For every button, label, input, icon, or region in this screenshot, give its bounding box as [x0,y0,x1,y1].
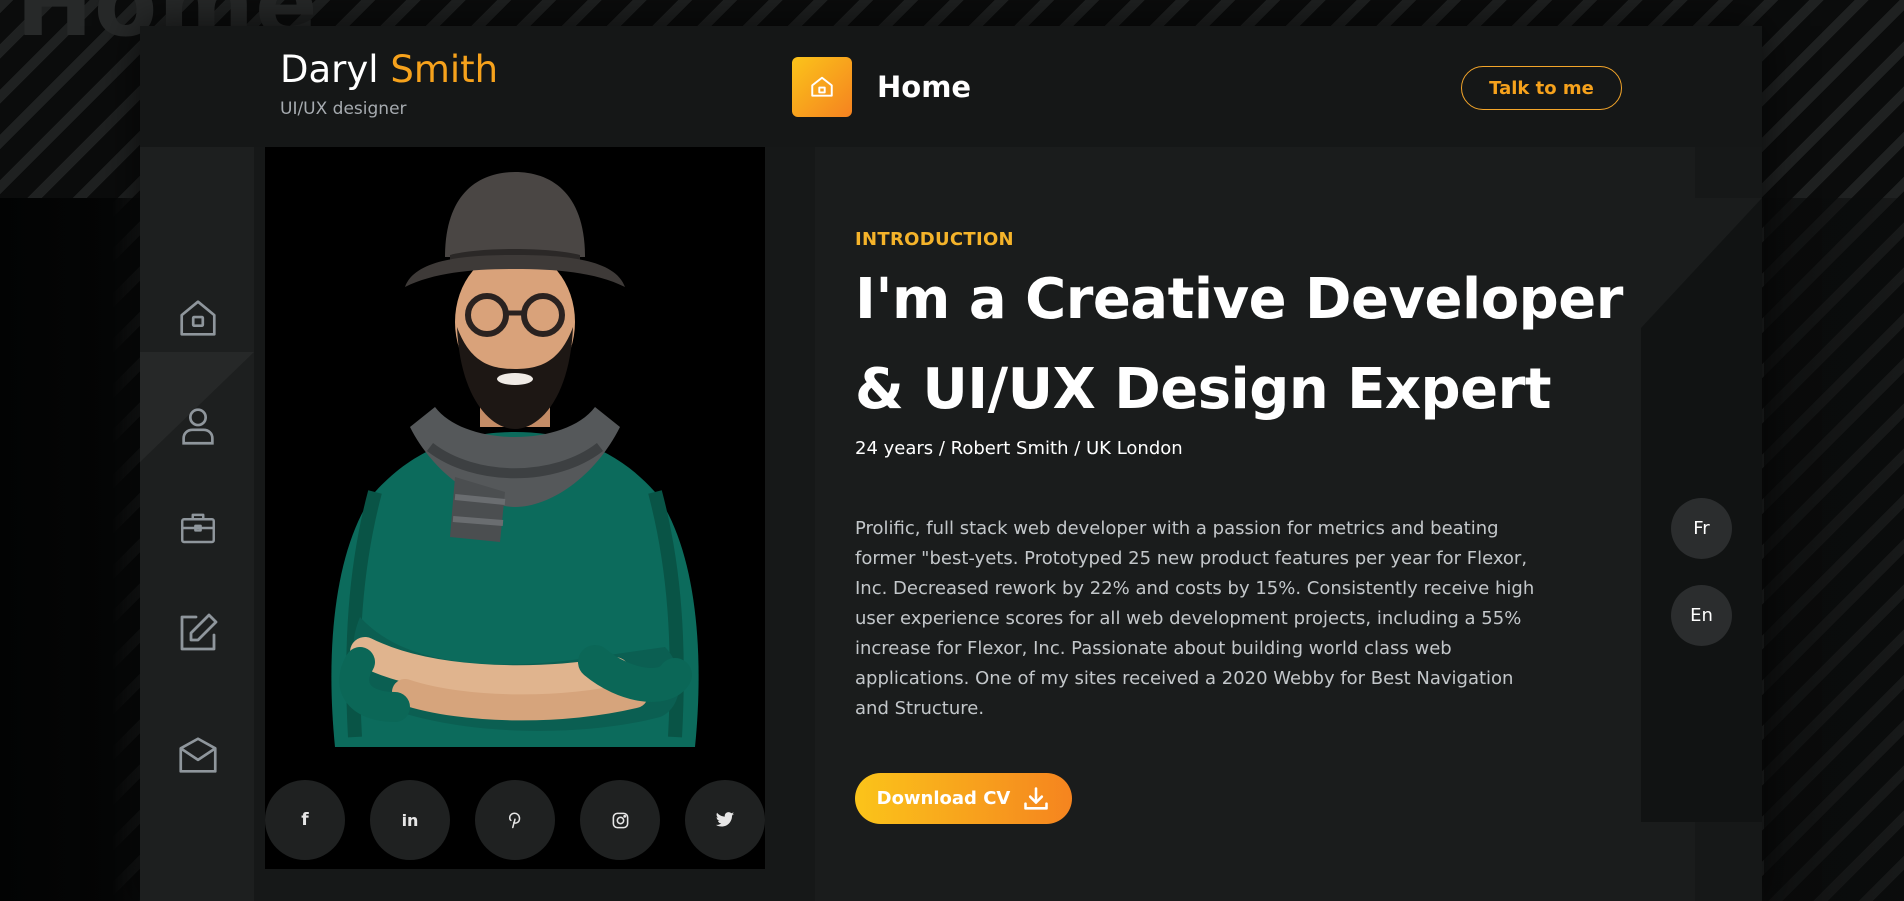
edit-icon [180,613,218,651]
language-panel-decoration [1641,198,1762,328]
brand-name: Daryl Smith [280,48,499,91]
sidebar-item-about[interactable] [168,396,228,456]
download-icon [1024,786,1049,810]
header: Daryl Smith UI/UX designer Home Talk to … [140,26,1762,147]
social-pinterest[interactable] [475,780,555,860]
background-shade-right [1764,198,1904,901]
sidebar-item-portfolio[interactable] [168,498,228,558]
twitter-icon [716,812,735,827]
background-shade-left [0,198,140,901]
brand-first-name: Daryl [280,48,379,91]
language-en-button[interactable]: En [1671,585,1732,646]
main-frame: Daryl Smith UI/UX designer Home Talk to … [140,26,1762,901]
home-icon [180,300,216,336]
social-links: f in [265,780,765,860]
page-badge [792,57,852,117]
sidebar-item-home[interactable] [168,288,228,348]
brand-role: UI/UX designer [280,98,407,119]
mail-icon [179,737,217,773]
social-twitter[interactable] [685,780,765,860]
user-icon [182,408,214,445]
pinterest-icon [508,812,521,829]
talk-to-me-button[interactable]: Talk to me [1461,66,1622,110]
intro-headline: I'm a Creative Developer & UI/UX Design … [855,267,1623,422]
brand-last-name: Smith [390,48,499,91]
intro-eyebrow: INTRODUCTION [855,229,1014,250]
home-icon [811,76,833,97]
brand[interactable]: Daryl Smith UI/UX designer [280,48,499,119]
social-instagram[interactable] [580,780,660,860]
social-linkedin[interactable]: in [370,780,450,860]
instagram-icon [612,812,628,828]
sidebar-nav [140,147,254,901]
briefcase-icon [181,513,215,544]
profile-photo: f in [265,147,765,869]
download-cv-button[interactable]: Download CV [855,773,1072,824]
person-illustration [331,172,699,747]
intro-bio: Prolific, full stack web developer with … [855,518,1535,719]
page-indicator: Home [792,57,971,117]
download-cv-label: Download CV [876,788,1011,809]
intro-section: INTRODUCTION I'm a Creative Developer & … [815,147,1695,901]
sidebar-item-contact[interactable] [168,726,228,786]
social-facebook[interactable]: f [265,780,345,860]
language-fr-button[interactable]: Fr [1671,498,1732,559]
intro-meta: 24 years / Robert Smith / UK London [855,438,1183,459]
sidebar-item-blog[interactable] [168,603,228,663]
facebook-icon: f [301,810,309,830]
page-title: Home [877,70,972,104]
linkedin-icon: in [401,810,419,830]
language-switcher: Fr En [1641,198,1762,822]
